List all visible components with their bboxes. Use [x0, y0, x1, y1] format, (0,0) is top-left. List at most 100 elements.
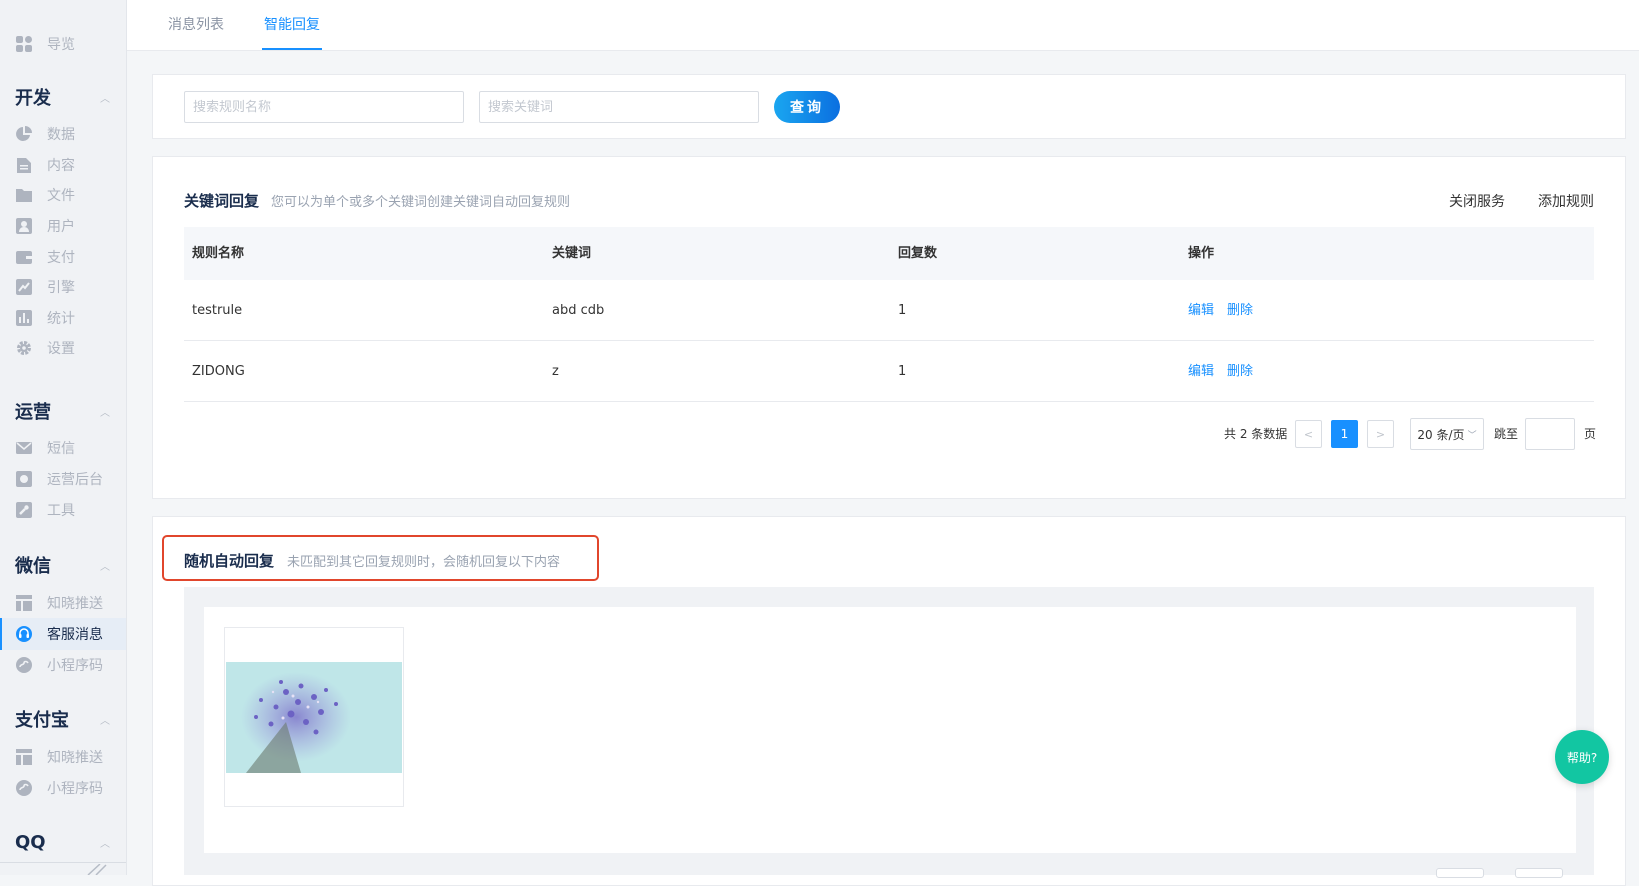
sidebar-item-label: 工具 — [47, 503, 75, 519]
sidebar-item-files[interactable]: 文件 — [0, 179, 126, 211]
page-size-value: 20 条/页 — [1417, 427, 1465, 442]
trend-icon — [15, 278, 33, 296]
mail-icon — [15, 439, 33, 457]
sidebar-item-wechat-push[interactable]: 知晓推送 — [0, 587, 126, 619]
edit-link[interactable]: 编辑 — [1188, 341, 1214, 402]
reply-count-cell: 1 — [898, 364, 907, 379]
column-header: 操作 — [1188, 246, 1215, 261]
folder-icon — [15, 186, 33, 204]
page-1-button[interactable]: 1 — [1331, 420, 1358, 448]
delete-link[interactable]: 删除 — [1227, 280, 1253, 341]
sidebar-item-overview[interactable]: 导览 — [0, 28, 126, 60]
page-size-select[interactable]: 20 条/页 ﹀ — [1410, 418, 1484, 450]
pie-chart-icon — [15, 125, 33, 143]
sidebar-item-label: 统计 — [47, 311, 75, 327]
sidebar-item-label: 导览 — [47, 37, 75, 53]
chevron-up-icon: ︿ — [100, 407, 110, 419]
sidebar-item-label: 用户 — [47, 219, 75, 235]
sidebar-item-tools[interactable]: 工具 — [0, 494, 126, 526]
sidebar-group-dev[interactable]: 开发 ︿ — [15, 83, 110, 111]
random-reply-content — [204, 607, 1576, 853]
gear-icon — [15, 339, 33, 357]
sidebar-item-label: 设置 — [47, 341, 75, 357]
sidebar-item-engine[interactable]: 引擎 — [0, 271, 126, 303]
layout-icon — [15, 748, 33, 766]
edit-link[interactable]: 编辑 — [1188, 280, 1214, 341]
keyword-reply-description: 您可以为单个或多个关键词创建关键词自动回复规则 — [271, 195, 571, 210]
sidebar-item-label: 知晓推送 — [47, 596, 103, 612]
add-rule-button[interactable]: 添加规则 — [1538, 191, 1594, 211]
sidebar-item-alipay-qrcode[interactable]: 小程序码 — [0, 772, 126, 804]
sidebar-group-title: 微信 — [15, 556, 51, 577]
keyword-search-input[interactable] — [479, 91, 759, 123]
sidebar-item-customer-service[interactable]: 客服消息 — [0, 618, 126, 650]
page-unit-label: 页 — [1584, 427, 1597, 441]
rule-name-search-input[interactable] — [184, 91, 464, 123]
sidebar-item-console[interactable]: 运营后台 — [0, 463, 126, 495]
random-reply-description: 未匹配到其它回复规则时，会随机回复以下内容 — [287, 555, 561, 570]
chevron-up-icon: ︿ — [100, 561, 110, 573]
column-header: 回复数 — [898, 246, 938, 261]
sidebar-collapse-bar[interactable] — [0, 862, 126, 875]
keywords-cell: abd cdb — [552, 303, 605, 318]
sidebar-item-settings[interactable]: 设置 — [0, 332, 126, 364]
bottom-button[interactable] — [1515, 868, 1563, 878]
sidebar-group-title: QQ — [15, 831, 46, 853]
headset-icon — [15, 625, 33, 643]
layout-icon — [15, 594, 33, 612]
sidebar-item-users[interactable]: 用户 — [0, 210, 126, 242]
document-icon — [15, 156, 33, 174]
pagination-total: 共 2 条数据 — [1224, 427, 1288, 441]
sidebar-item-payment[interactable]: 支付 — [0, 241, 126, 273]
keywords-cell: z — [552, 364, 559, 379]
miniprogram-icon — [15, 779, 33, 797]
console-icon — [15, 470, 33, 488]
sidebar-item-label: 支付 — [47, 250, 75, 266]
table-row: ZIDONG z 1 编辑 删除 — [184, 341, 1594, 402]
prev-page-button[interactable]: < — [1295, 420, 1322, 448]
close-service-button[interactable]: 关闭服务 — [1449, 191, 1505, 211]
tab-message-list[interactable]: 消息列表 — [168, 0, 224, 50]
next-page-button[interactable]: > — [1367, 420, 1394, 448]
delete-link[interactable]: 删除 — [1227, 341, 1253, 402]
sidebar-item-wechat-qrcode[interactable]: 小程序码 — [0, 649, 126, 681]
sidebar-group-qq[interactable]: QQ ︿ — [15, 828, 110, 856]
help-button[interactable]: 帮助? — [1555, 730, 1609, 784]
sidebar-item-label: 客服消息 — [47, 627, 103, 643]
rule-name-cell: testrule — [192, 303, 243, 318]
wrench-icon — [15, 501, 33, 519]
reply-image-card[interactable] — [224, 627, 404, 807]
sidebar-item-content[interactable]: 内容 — [0, 149, 126, 181]
sidebar-item-label: 文件 — [47, 188, 75, 204]
sidebar-item-label: 小程序码 — [47, 658, 103, 674]
sidebar-item-stats[interactable]: 统计 — [0, 302, 126, 334]
tab-smart-reply[interactable]: 智能回复 — [262, 0, 322, 50]
collapse-icon — [87, 864, 107, 875]
jump-page-input[interactable] — [1525, 418, 1575, 450]
sidebar-item-sms[interactable]: 短信 — [0, 432, 126, 464]
table-header: 规则名称 关键词 回复数 操作 — [184, 227, 1594, 280]
random-reply-title: 随机自动回复 — [184, 552, 275, 570]
sidebar-group-wechat[interactable]: 微信 ︿ — [15, 551, 110, 579]
grid-icon — [15, 35, 33, 53]
sidebar-group-title: 开发 — [15, 88, 51, 109]
sidebar: 导览 开发 ︿ 数据 内容 文件 用户 支付 引擎 统计 设置 运营 ︿ 短信 … — [0, 0, 127, 875]
reply-count-cell: 1 — [898, 303, 907, 318]
column-header: 规则名称 — [192, 246, 245, 261]
sidebar-item-data[interactable]: 数据 — [0, 118, 126, 150]
sidebar-item-label: 知晓推送 — [47, 750, 103, 766]
miniprogram-icon — [15, 656, 33, 674]
sidebar-item-label: 内容 — [47, 158, 75, 174]
sidebar-group-operations[interactable]: 运营 ︿ — [15, 397, 110, 425]
chevron-up-icon: ︿ — [100, 838, 110, 850]
sidebar-item-label: 数据 — [47, 127, 75, 143]
sidebar-group-alipay[interactable]: 支付宝 ︿ — [15, 705, 110, 733]
query-button[interactable]: 查询 — [774, 91, 840, 123]
chevron-down-icon: ﹀ — [1467, 430, 1477, 441]
column-header: 关键词 — [552, 246, 592, 261]
user-icon — [15, 217, 33, 235]
bottom-button[interactable] — [1436, 868, 1484, 878]
sidebar-item-alipay-push[interactable]: 知晓推送 — [0, 741, 126, 773]
jump-label: 跳至 — [1494, 427, 1519, 441]
chevron-up-icon: ︿ — [100, 93, 110, 105]
